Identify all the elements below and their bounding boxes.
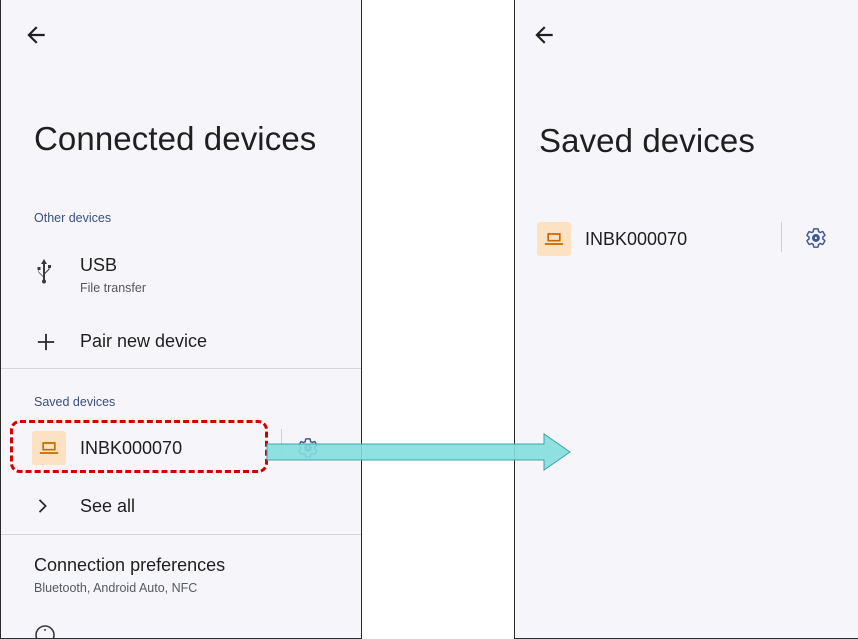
saved-devices-screen: Saved devices INBK000070 — [514, 0, 858, 639]
connection-preferences-sublabel: Bluetooth, Android Auto, NFC — [34, 581, 198, 595]
usb-sublabel: File transfer — [80, 281, 146, 295]
connector-arrow-icon — [266, 433, 571, 471]
separator — [781, 222, 782, 252]
saved-device-label: INBK000070 — [585, 229, 688, 249]
highlight-box — [10, 420, 268, 473]
see-all-item[interactable]: See all — [1, 486, 361, 526]
gear-icon — [806, 228, 826, 248]
page-title: Connected devices — [34, 120, 317, 157]
connected-devices-screen: Connected devices Other devices USB File… — [0, 0, 362, 639]
usb-item[interactable]: USB File transfer — [1, 244, 361, 304]
section-header-saved-devices: Saved devices — [34, 395, 116, 409]
pair-new-device-label: Pair new device — [80, 331, 208, 351]
page-title: Saved devices — [539, 122, 755, 159]
divider — [1, 368, 361, 369]
see-all-label: See all — [80, 496, 136, 516]
connection-preferences-item[interactable]: Connection preferences Bluetooth, Androi… — [1, 548, 361, 604]
usb-icon — [34, 258, 54, 284]
laptop-icon — [537, 222, 571, 256]
plus-icon — [35, 331, 57, 353]
back-arrow-icon[interactable] — [531, 22, 557, 48]
back-arrow-icon[interactable] — [23, 22, 49, 48]
saved-device-item[interactable]: INBK000070 — [515, 219, 775, 259]
device-settings-button[interactable] — [805, 227, 829, 251]
divider — [1, 534, 361, 535]
pair-new-device-item[interactable]: Pair new device — [1, 320, 361, 364]
section-header-other-devices: Other devices — [34, 211, 112, 225]
chevron-right-icon — [35, 496, 51, 516]
info-icon — [34, 624, 56, 638]
usb-label: USB — [80, 255, 118, 275]
connection-preferences-label: Connection preferences — [34, 555, 226, 575]
